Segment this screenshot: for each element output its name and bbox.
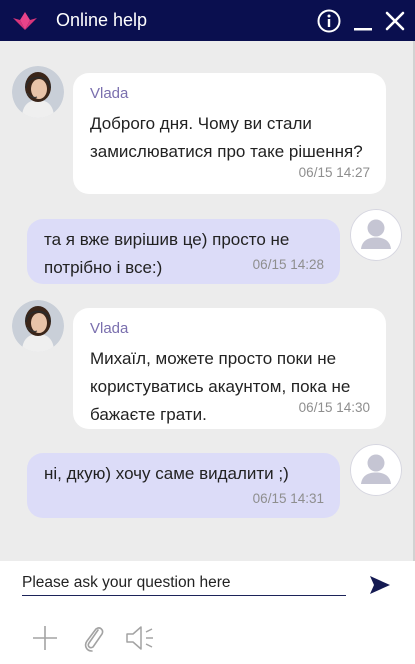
message-text: та я вже вирішив це) просто не потрібно … [44,230,290,277]
close-icon [385,11,405,31]
header-title: Online help [56,10,148,30]
chat-header: Online help [0,0,415,41]
send-icon[interactable] [368,574,392,596]
message-time: 06/15 14:30 [298,400,370,415]
message-text: Доброго дня. Чому ви стали замислюватися… [90,114,363,161]
user-avatar [350,209,402,261]
info-button[interactable] [316,8,342,34]
close-button[interactable] [382,8,408,34]
message-time: 06/15 14:28 [252,257,324,272]
user-avatar [350,444,402,496]
question-input[interactable] [22,572,346,596]
message-sender: Vlada [90,85,129,102]
attach-icon[interactable] [78,621,110,655]
message-text: ні, дкую) хочу саме видалити ;) [44,464,289,483]
agent-avatar [12,66,64,118]
agent-avatar [12,300,64,352]
message-time: 06/15 14:27 [298,165,370,180]
message-bubble-agent: Vlada Михаїл, можете просто поки не кори… [73,308,386,429]
chat-message-list[interactable]: Vlada Доброго дня. Чому ви стали замислю… [0,41,415,561]
minimize-button[interactable] [350,8,376,34]
logo-icon [13,12,37,30]
message-time: 06/15 14:31 [252,491,324,506]
minimize-icon [354,28,372,31]
add-icon[interactable] [29,621,61,655]
info-icon [317,9,341,33]
message-bubble-agent: Vlada Доброго дня. Чому ви стали замислю… [73,73,386,194]
sound-icon[interactable] [124,621,156,655]
message-text: Михаїл, можете просто поки не користуват… [90,349,351,424]
message-sender: Vlada [90,320,129,337]
message-bubble-user: та я вже вирішив це) просто не потрібно … [27,219,340,284]
message-bubble-user: ні, дкую) хочу саме видалити ;) 06/15 14… [27,453,340,518]
